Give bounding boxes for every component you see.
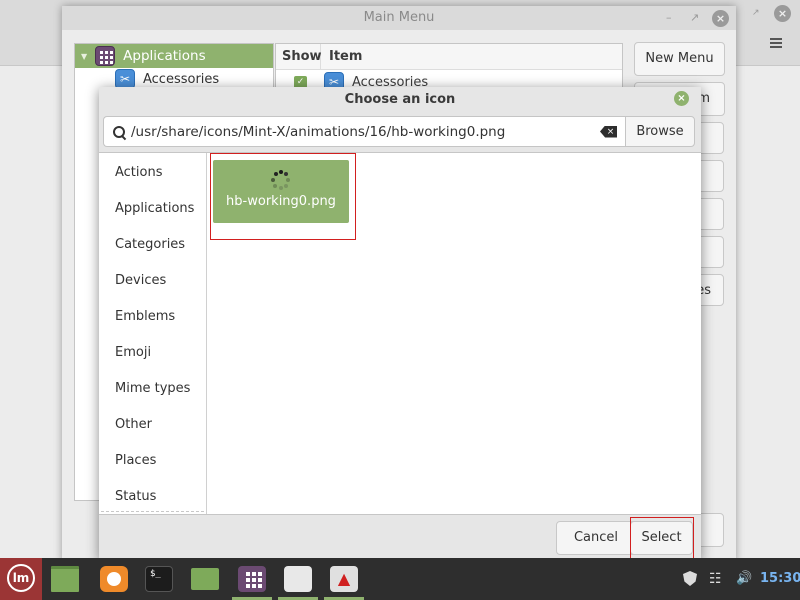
icon-path-input[interactable] [131,123,600,140]
browse-button[interactable]: Browse [625,116,695,147]
tree-item-label: Applications [123,48,206,64]
close-icon[interactable]: × [712,10,729,27]
main-menu-titlebar: Main Menu – ↗ × [62,6,736,30]
new-menu-button[interactable]: New Menu [634,42,725,76]
tree-item-label: Accessories [143,71,220,87]
mint-logo-icon: lm [7,564,35,592]
icon-grid: hb-working0.png [207,153,701,514]
cancel-button[interactable]: Cancel [556,521,636,555]
maximize-icon[interactable]: ↗ [690,6,699,30]
category-other[interactable]: Other [99,407,206,443]
accessories-icon: ✂ [115,69,135,89]
list-header: Show Item [276,44,622,70]
dialog-titlebar: Choose an icon × [99,87,701,113]
category-divider [101,511,204,512]
terminal-icon[interactable]: $_ [145,566,173,592]
category-places[interactable]: Places [99,443,206,479]
category-emoji[interactable]: Emoji [99,335,206,371]
close-icon[interactable]: × [774,5,791,22]
category-mime-types[interactable]: Mime types [99,371,206,407]
category-categories[interactable]: Categories [99,227,206,263]
dialog-footer: Cancel Select [99,514,701,560]
icon-path-field[interactable]: × [103,116,625,147]
folder-icon[interactable] [191,568,219,590]
clear-icon[interactable]: × [600,125,617,138]
network-icon[interactable]: ☷ [709,558,722,600]
category-applications[interactable]: Applications [99,191,206,227]
shield-icon[interactable] [683,558,697,600]
category-devices[interactable]: Devices [99,263,206,299]
applications-grid-icon [95,46,116,66]
tree-item-applications[interactable]: ▼ Applications [75,44,273,68]
expand-arrow-icon[interactable]: ▼ [81,52,87,61]
list-icon[interactable] [284,566,312,592]
desktop-icon[interactable] [51,566,79,592]
window-title: Main Menu [363,10,435,25]
dialog-body: Actions Applications Categories Devices … [99,153,701,514]
volume-icon[interactable]: 🔊 [736,558,752,600]
dialog-title: Choose an icon [344,92,456,107]
clock[interactable]: 15:30 [760,558,800,600]
category-actions[interactable]: Actions [99,155,206,191]
category-status[interactable]: Status [99,479,206,515]
dialog-toolbar: × Browse [99,113,701,153]
close-icon[interactable]: × [674,91,689,106]
selection-highlight [210,153,356,240]
firefox-icon[interactable] [100,566,128,592]
column-header-item[interactable]: Item [321,44,362,69]
rocket-icon[interactable]: ▲ [330,566,358,592]
applications-grid-icon[interactable] [238,566,266,592]
start-menu-button[interactable]: lm [0,558,42,600]
restore-icon[interactable]: ↗ [752,8,762,18]
taskbar: lm $_ ▲ ☷ 🔊 15:30 [0,558,800,600]
hamburger-menu-icon[interactable] [770,38,782,48]
choose-icon-dialog: Choose an icon × × Browse Actions Applic… [99,87,701,560]
select-button-highlight [630,517,694,560]
column-header-show[interactable]: Show [276,44,322,69]
minimize-icon[interactable]: – [666,6,672,30]
category-emblems[interactable]: Emblems [99,299,206,335]
category-list: Actions Applications Categories Devices … [99,153,207,514]
search-icon [113,125,125,138]
